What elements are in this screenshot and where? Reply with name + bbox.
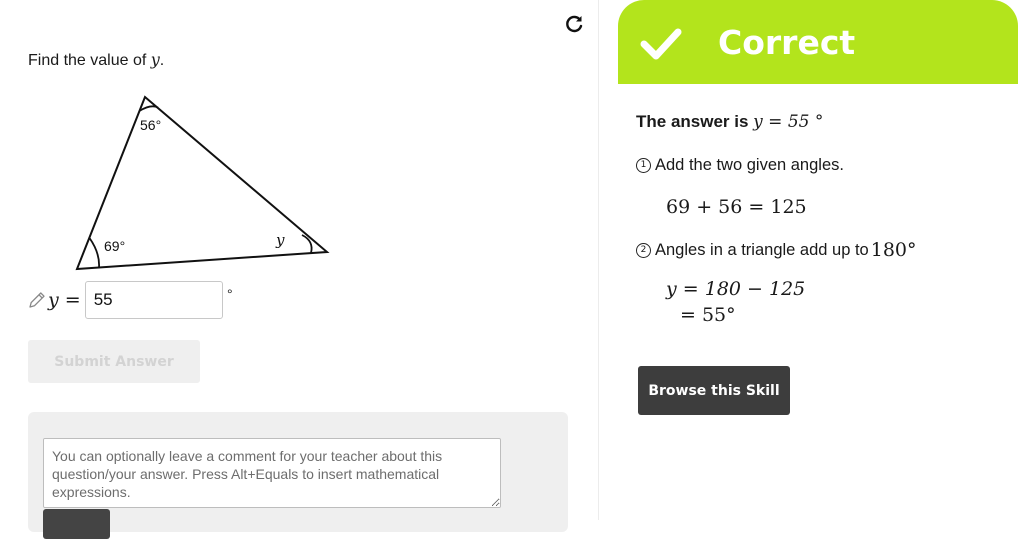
comment-textarea[interactable] <box>43 438 501 508</box>
pencil-icon <box>29 292 45 308</box>
top-angle-arc <box>139 105 159 112</box>
submit-answer-button[interactable]: Submit Answer <box>28 340 200 383</box>
check-icon <box>640 28 682 60</box>
question-panel: Find the value of y. 56° 69° y y = ° Sub… <box>0 0 598 539</box>
step-two-equation-line-1: y = 180 − 125 <box>666 278 806 300</box>
step-number-badge: 1 <box>636 158 651 173</box>
step-one: 1 Add the two given angles. <box>636 156 844 175</box>
left-angle-arc <box>88 237 100 268</box>
comment-section <box>28 412 568 539</box>
answer-row: y = <box>28 281 223 319</box>
question-prompt: Find the value of y. <box>28 50 165 69</box>
step-two-math: 180° <box>870 239 917 261</box>
step-two: 2 Angles in a triangle add up to 180° <box>636 239 917 261</box>
answer-summary: The answer is y = 55 ° <box>636 112 824 132</box>
correct-banner: Correct <box>618 0 1018 84</box>
feedback-panel: Correct The answer is y = 55 ° 1 Add the… <box>618 0 1018 520</box>
step-one-text: Add the two given angles. <box>655 156 844 174</box>
panel-divider <box>598 0 599 520</box>
browse-skill-button[interactable]: Browse this Skill <box>638 366 790 415</box>
step-two-equation-line-2: = 55° <box>680 304 736 326</box>
step-two-text: Angles in a triangle add up to <box>655 240 869 259</box>
angle-label-right: y <box>275 231 285 249</box>
refresh-icon[interactable] <box>562 12 586 36</box>
comment-submit-button[interactable] <box>43 509 110 539</box>
answer-input[interactable] <box>84 281 223 319</box>
result-title: Correct <box>718 22 856 62</box>
triangle-diagram: 56° 69° y <box>75 95 330 271</box>
answer-variable-label: y = <box>48 289 81 311</box>
step-one-equation: 69 + 56 = 125 <box>666 196 807 218</box>
angle-label-left: 69° <box>104 238 125 254</box>
answer-unit: ° <box>227 286 233 302</box>
angle-label-top: 56° <box>140 117 161 133</box>
step-number-badge: 2 <box>636 242 651 258</box>
